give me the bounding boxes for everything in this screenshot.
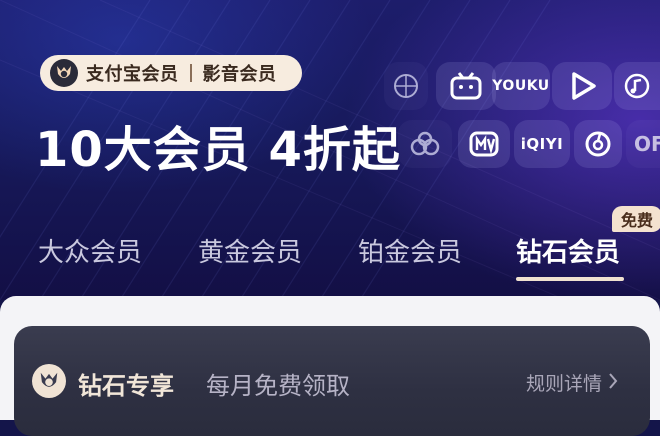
page-headline: 10大会员 4折起 <box>35 122 401 178</box>
cloud-icon <box>398 120 452 168</box>
chevron-right-icon <box>608 371 618 395</box>
brand-alipay-member-label: 支付宝会员 <box>86 64 179 85</box>
play-triangle-icon <box>552 62 612 110</box>
tab-gold-member[interactable]: 黄金会员 <box>198 232 302 269</box>
basketball-icon <box>384 62 428 110</box>
rules-detail-link[interactable]: 规则详情 <box>526 369 618 396</box>
member-tier-tabs: 大众会员 黄金会员 铂金会员 钻石会员 <box>0 226 660 282</box>
bilibili-tv-icon <box>436 62 496 110</box>
active-tab-indicator <box>516 277 624 281</box>
mango-tv-icon <box>458 120 510 168</box>
tab-diamond-member[interactable]: 钻石会员 <box>516 232 620 269</box>
tab-mass-member[interactable]: 大众会员 <box>38 232 142 269</box>
rules-detail-label: 规则详情 <box>526 373 603 395</box>
brand-media-member-label: 影音会员 <box>202 64 277 85</box>
card-subtitle: 每月免费领取 <box>206 372 350 400</box>
music-note-icon <box>614 62 660 110</box>
free-badge: 免费 <box>612 206 660 232</box>
partial-logo-icon: OF <box>626 120 660 168</box>
brand-divider <box>189 64 192 82</box>
diamond-member-logo-icon <box>32 364 66 398</box>
netease-music-icon <box>574 120 622 168</box>
youku-logo-icon: YOUKU <box>492 62 550 110</box>
card-title: 钻石专享 <box>78 372 174 400</box>
tab-platinum-member[interactable]: 铂金会员 <box>358 232 462 269</box>
alipay-member-logo-icon <box>50 59 78 87</box>
iqiyi-logo-icon: iQIYI <box>514 120 570 168</box>
brand-pill: 支付宝会员 影音会员 <box>40 55 302 91</box>
